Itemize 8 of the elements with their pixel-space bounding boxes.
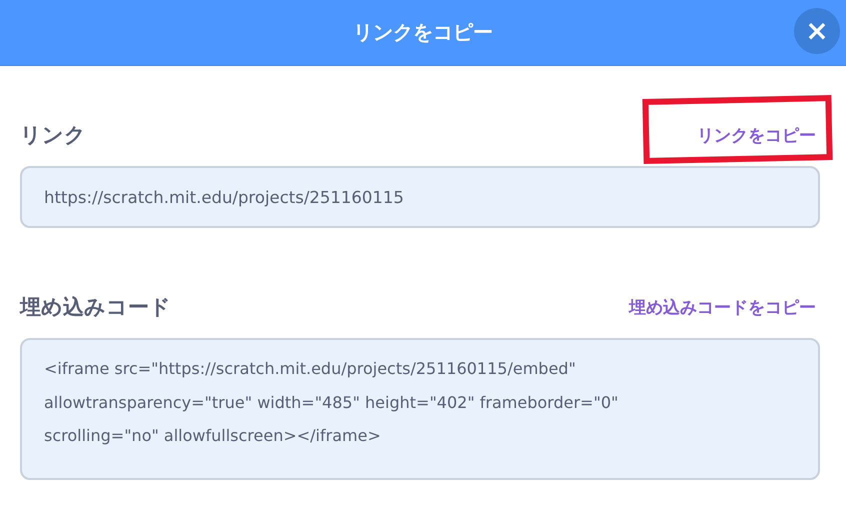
dialog-title: リンクをコピー (353, 19, 493, 46)
section-label: リンク (20, 122, 86, 149)
copy-link-button[interactable]: リンクをコピー (697, 124, 816, 146)
section-label: 埋め込みコード (20, 294, 171, 321)
link-field[interactable]: https://scratch.mit.edu/projects/251160115 (20, 166, 820, 228)
copy-code-button[interactable]: 埋め込みコードをコピー (629, 296, 816, 318)
close-button[interactable]: × (794, 8, 840, 54)
embed-code-field[interactable]: <iframe src="https://scratch.mit.edu/projects/251160115/embed" allowtransparency="true" width="485" height="402" frameborder="0" scrolling="no" allowfullscreen></iframe> (20, 338, 820, 480)
